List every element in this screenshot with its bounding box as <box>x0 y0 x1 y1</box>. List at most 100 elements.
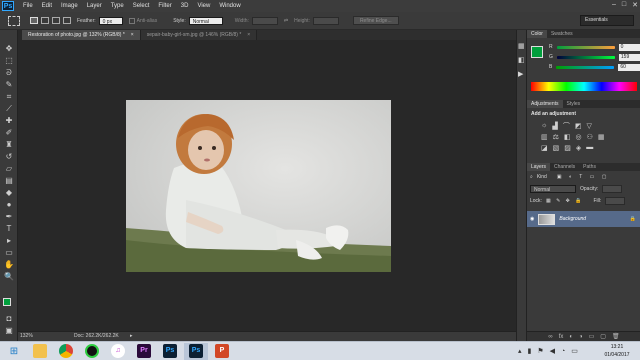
link-icon[interactable]: ∞ <box>548 332 552 341</box>
black-white-icon[interactable]: ◧ <box>564 133 571 141</box>
maximize-button[interactable]: □ <box>622 1 626 9</box>
dodge-tool-icon[interactable]: ● <box>4 200 14 210</box>
up-arrow-icon[interactable]: ▴ <box>518 347 522 355</box>
visibility-eye-icon[interactable]: ◉ <box>530 216 534 222</box>
path-selection-icon[interactable]: ▸ <box>4 236 14 246</box>
clock[interactable]: 13:21 01/04/2017 <box>598 343 636 359</box>
swap-icon[interactable]: ⇄ <box>284 18 288 24</box>
blur-tool-icon[interactable]: ◆ <box>4 188 14 198</box>
menu-layer[interactable]: Layer <box>87 3 102 9</box>
taskbar-itunes[interactable]: ♫ <box>106 343 130 360</box>
menu-file[interactable]: File <box>23 3 33 9</box>
color-balance-icon[interactable]: ⚖ <box>553 133 559 141</box>
blend-mode-select[interactable]: Normal <box>530 185 576 193</box>
tab-layers[interactable]: Layers <box>527 163 551 171</box>
red-value[interactable]: 0 <box>618 43 640 51</box>
lasso-tool-icon[interactable]: ᘐ <box>4 68 14 78</box>
menu-filter[interactable]: Filter <box>158 3 171 9</box>
channel-mixer-icon[interactable]: ⚇ <box>587 133 593 141</box>
keyboard-icon[interactable]: ▭ <box>571 347 578 355</box>
properties-panel-icon[interactable]: ◧ <box>518 56 525 64</box>
taskbar-premiere[interactable]: Pr <box>132 343 156 360</box>
move-tool-icon[interactable]: ✥ <box>4 44 14 54</box>
hand-tool-icon[interactable]: ✋ <box>4 260 14 270</box>
volume-icon[interactable]: ◀ <box>550 347 555 355</box>
workspace-select[interactable]: Essentials <box>580 15 634 26</box>
menu-window[interactable]: Window <box>219 3 240 9</box>
photo-filter-icon[interactable]: ◎ <box>576 133 582 141</box>
taskbar-explorer[interactable] <box>28 343 52 360</box>
quick-selection-icon[interactable]: ✎ <box>4 80 14 90</box>
taskbar-photoshop-1[interactable]: Ps <box>158 343 182 360</box>
selective-color-icon[interactable]: ◈ <box>576 144 581 152</box>
flag-icon[interactable]: ⚑ <box>537 347 543 355</box>
menu-edit[interactable]: Edit <box>42 3 52 9</box>
mask-icon[interactable]: ◐ <box>569 332 573 341</box>
screen-mode-icon[interactable]: ▣ <box>4 326 14 336</box>
taskbar-photoshop-2[interactable]: Ps <box>184 342 208 360</box>
gradient-map-icon[interactable]: ▬ <box>586 144 593 151</box>
kind-filter[interactable]: Kind <box>537 174 547 180</box>
brush-tool-icon[interactable]: ✐ <box>4 128 14 138</box>
refine-edge-button[interactable]: Refine Edge... <box>352 16 399 25</box>
hue-saturation-icon[interactable]: ▥ <box>541 133 548 141</box>
green-value[interactable]: 159 <box>618 53 640 61</box>
levels-icon[interactable]: ▟ <box>552 122 557 130</box>
document-photo[interactable] <box>126 100 391 272</box>
wifi-icon[interactable]: ◔ <box>561 348 565 355</box>
group-icon[interactable]: ▭ <box>589 332 595 341</box>
opacity-input[interactable] <box>602 185 623 193</box>
style-select[interactable]: Normal <box>188 16 223 25</box>
taskbar-chrome[interactable] <box>54 343 78 360</box>
tab-channels[interactable]: Channels <box>550 163 579 171</box>
minimize-button[interactable]: – <box>612 1 616 9</box>
filter-icons[interactable]: ▣ ◐ T ▭ ▢ <box>557 174 610 180</box>
network-icon[interactable]: ▮ <box>528 347 532 355</box>
gradient-tool-icon[interactable]: ▤ <box>4 176 14 186</box>
tab-paths[interactable]: Paths <box>579 163 600 171</box>
curves-icon[interactable]: ⌒ <box>563 121 570 131</box>
invert-icon[interactable]: ◪ <box>541 144 548 152</box>
blue-slider[interactable] <box>556 65 615 69</box>
menu-view[interactable]: View <box>197 3 210 9</box>
healing-brush-icon[interactable]: ✚ <box>4 116 14 126</box>
red-slider[interactable] <box>556 45 615 49</box>
status-menu-arrow-icon[interactable]: ▸ <box>130 332 133 341</box>
lock-icons[interactable]: ▦ ✎ ✥ 🔒 <box>546 198 584 204</box>
antialias-checkbox[interactable] <box>128 17 135 24</box>
history-panel-icon[interactable]: ▦ <box>518 42 525 50</box>
fg-color-chip[interactable] <box>531 46 543 58</box>
taskbar-powerpoint[interactable]: P <box>210 343 234 360</box>
tab-close-icon[interactable]: × <box>131 32 134 38</box>
selection-mode-icons[interactable] <box>30 17 71 24</box>
taskbar-media[interactable] <box>80 343 104 360</box>
menu-select[interactable]: Select <box>133 3 150 9</box>
close-button[interactable]: ✕ <box>632 1 638 9</box>
blue-value[interactable]: 60 <box>618 63 640 71</box>
color-lookup-icon[interactable]: ▦ <box>598 133 605 141</box>
new-layer-icon[interactable]: ▢ <box>600 332 606 341</box>
type-tool-icon[interactable]: T <box>4 224 14 234</box>
threshold-icon[interactable]: ▨ <box>564 144 571 152</box>
menu-3d[interactable]: 3D <box>181 3 189 9</box>
fx-icon[interactable]: fx <box>559 332 564 341</box>
tab-close-icon[interactable]: × <box>247 32 250 38</box>
green-slider[interactable] <box>556 55 615 59</box>
height-input[interactable] <box>312 16 339 25</box>
tab-sepair-baby-girl[interactable]: sepair-baby-girl-sm.jpg @ 146% (RGB/8) *… <box>140 30 258 40</box>
history-brush-icon[interactable]: ↺ <box>4 152 14 162</box>
clone-stamp-icon[interactable]: ♜ <box>4 140 14 150</box>
marquee-tool-icon[interactable]: ⬚ <box>4 56 14 66</box>
color-spectrum-ramp[interactable] <box>531 82 637 91</box>
menu-image[interactable]: Image <box>61 3 78 9</box>
adjustment-layer-icon[interactable]: ◑ <box>579 332 583 341</box>
zoom-tool-icon[interactable]: 🔍 <box>4 272 14 282</box>
brightness-icon[interactable]: ☼ <box>541 122 547 129</box>
fill-input[interactable] <box>605 197 626 205</box>
quick-mask-icon[interactable]: ◘ <box>4 314 14 324</box>
start-button[interactable]: ⊞ <box>2 343 26 360</box>
foreground-color-swatch[interactable] <box>3 298 11 306</box>
crop-tool-icon[interactable]: ⌗ <box>4 92 14 102</box>
width-input[interactable] <box>251 16 278 25</box>
menu-type[interactable]: Type <box>111 3 124 9</box>
